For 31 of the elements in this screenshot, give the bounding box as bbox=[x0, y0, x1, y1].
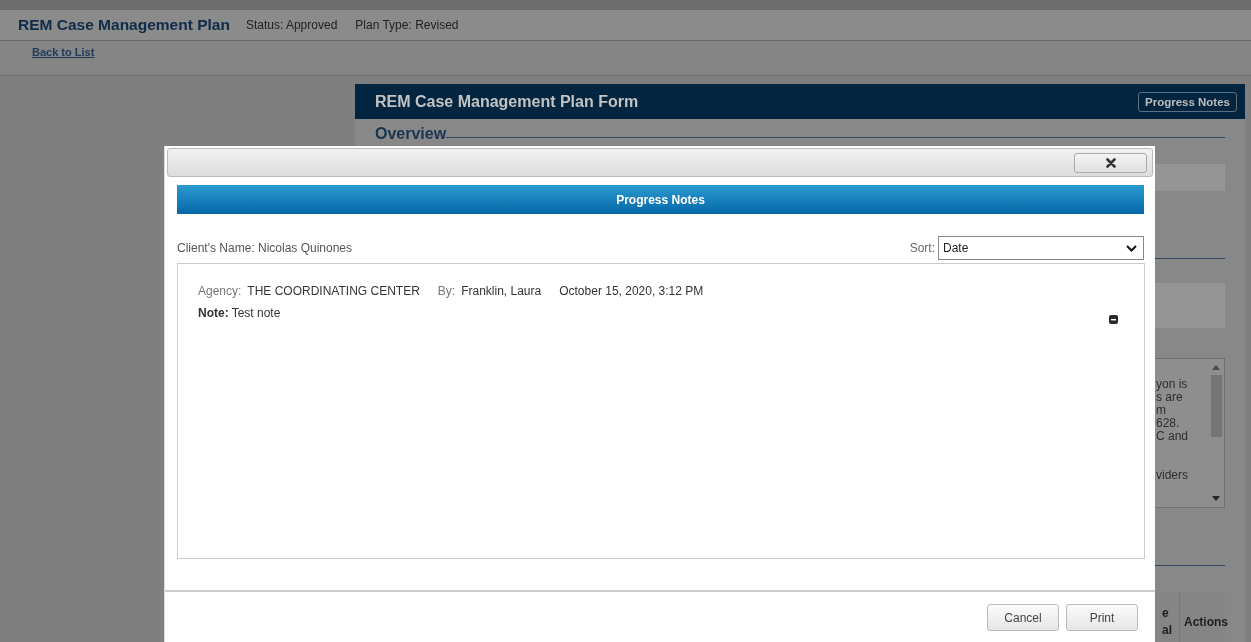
text-fragment: m bbox=[1156, 404, 1167, 417]
text-fragment: viders bbox=[1156, 469, 1189, 482]
chevron-down-icon bbox=[1126, 244, 1137, 252]
collapse-icon[interactable] bbox=[1109, 315, 1118, 324]
arrow-up-icon[interactable] bbox=[1212, 365, 1220, 370]
page-title: REM Case Management Plan bbox=[18, 16, 230, 34]
agency-name: THE COORDINATING CENTER bbox=[247, 284, 420, 298]
dialog-button[interactable]: Cancel bbox=[987, 604, 1059, 631]
note-date: October 15, 2020, 3:12 PM bbox=[559, 284, 704, 298]
close-icon bbox=[1105, 157, 1116, 168]
author-name: Franklin, Laura bbox=[461, 284, 542, 298]
field-label: Agency: bbox=[198, 284, 242, 298]
dialog-header: Progress Notes bbox=[177, 185, 1144, 214]
text-fragment: 628. bbox=[1156, 417, 1181, 430]
panel-title: REM Case Management Plan Form bbox=[375, 92, 639, 111]
close-button[interactable] bbox=[1074, 152, 1147, 173]
progress-notes-button[interactable]: Progress Notes bbox=[1138, 91, 1237, 112]
arrow-down-icon[interactable] bbox=[1212, 496, 1220, 501]
sort-label: Sort: bbox=[909, 241, 935, 255]
section-legend: Overview bbox=[375, 125, 447, 143]
text-fragment: C and bbox=[1156, 430, 1190, 443]
dialog-button[interactable]: Print bbox=[1066, 604, 1138, 631]
sort-select[interactable]: Date bbox=[938, 236, 1144, 260]
note-text: Test note bbox=[231, 306, 282, 320]
note-label: Note: bbox=[198, 306, 229, 320]
text-fragment: s are bbox=[1156, 391, 1184, 404]
plan-status: Status: Approved bbox=[245, 18, 338, 32]
field-label: By: bbox=[437, 284, 456, 298]
plan-type: Plan Type: Revised bbox=[355, 18, 459, 32]
client-name: Client's Name: Nicolas Quinones bbox=[177, 241, 353, 255]
text-fragment: yon is bbox=[1156, 378, 1189, 391]
